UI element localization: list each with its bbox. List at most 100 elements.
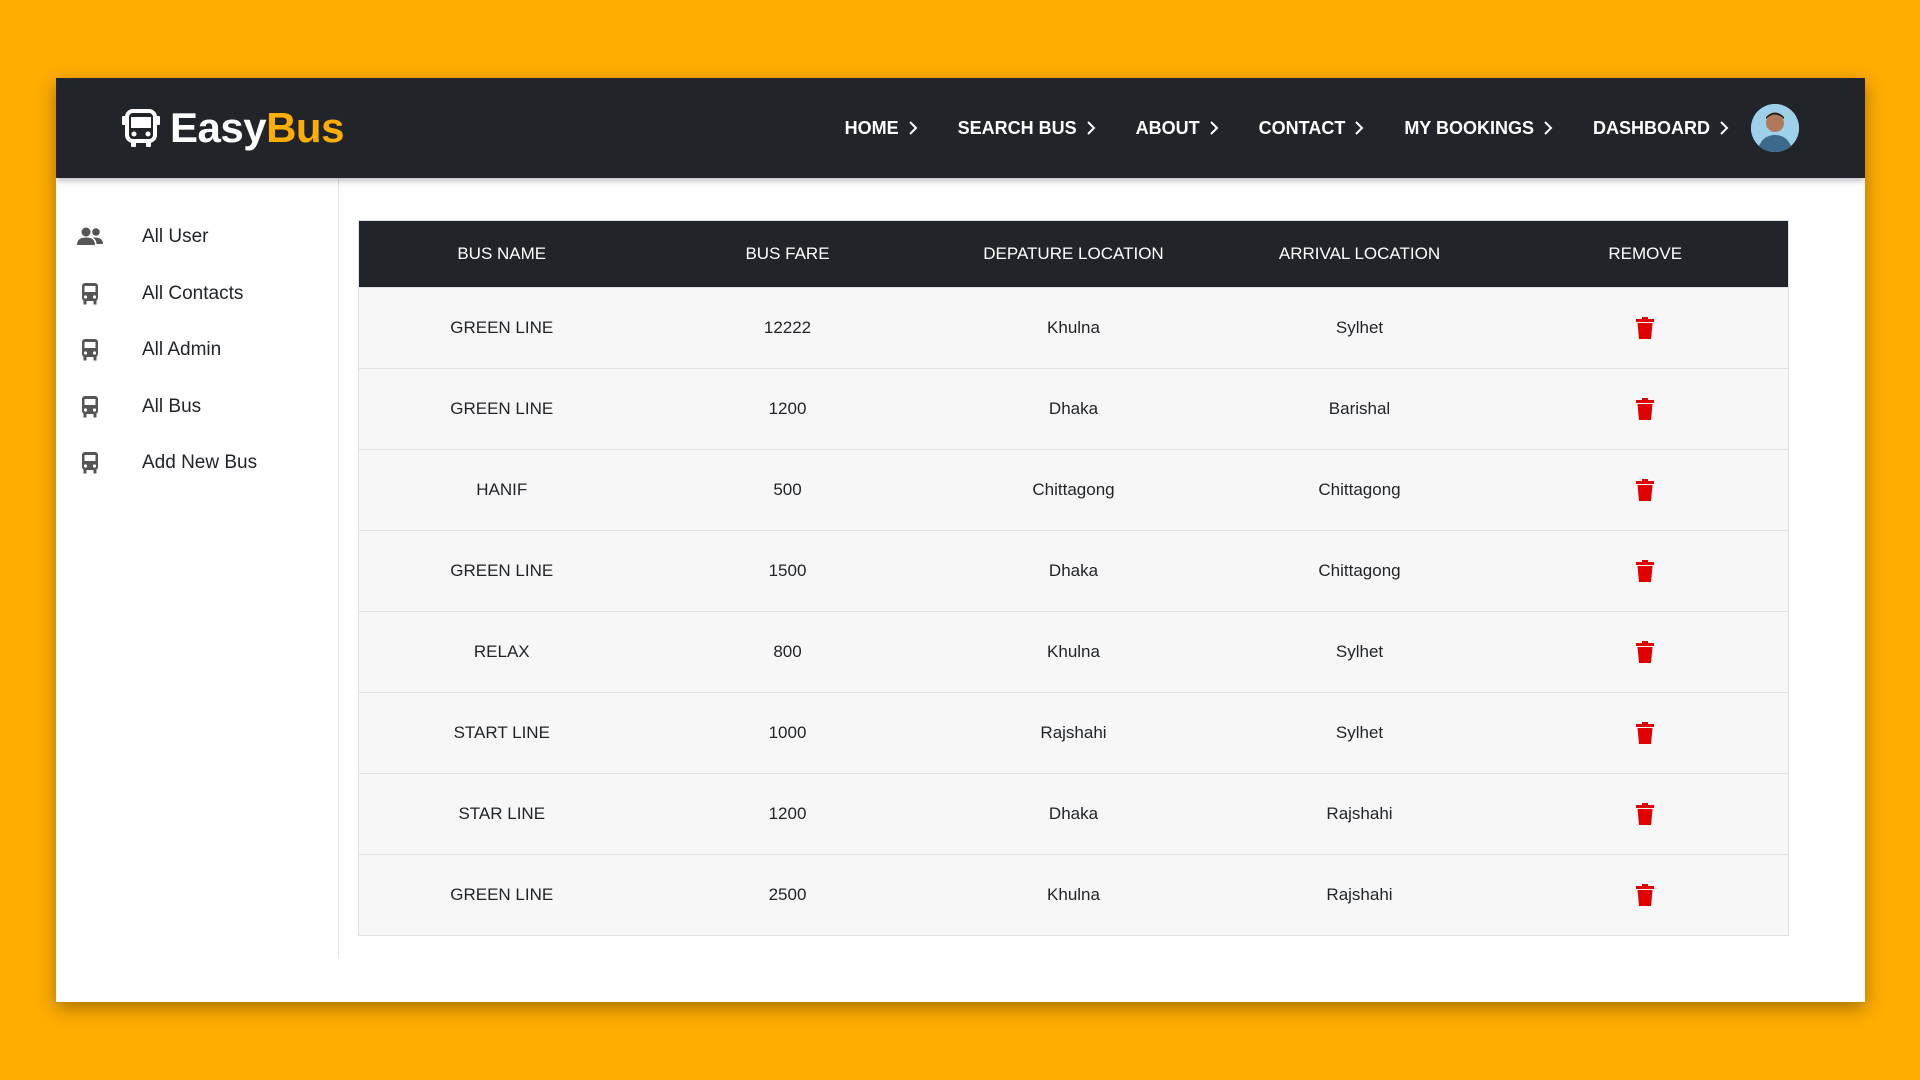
- chevron-right-icon: [1544, 121, 1553, 135]
- nav-search-bus-label: SEARCH BUS: [957, 117, 1077, 138]
- bus-fare-cell: 500: [644, 449, 931, 531]
- table-row: START LINE 1000 Rajshahi Sylhet: [358, 692, 1789, 774]
- sidebar-item-all-user[interactable]: All User: [56, 209, 338, 266]
- header-departure-location: DEPATURE LOCATION: [983, 244, 1164, 263]
- bus-name-cell: GREEN LINE: [358, 530, 645, 612]
- sidebar-item-all-admin[interactable]: All Admin: [56, 322, 338, 379]
- top-navbar: EasyBus HOME SEARCH BUS ABOUT CONTACT MY…: [56, 78, 1865, 178]
- remove-cell: [1502, 449, 1789, 531]
- bus-fare-cell: 1000: [644, 692, 931, 774]
- trash-icon[interactable]: [1636, 560, 1655, 582]
- trash-icon[interactable]: [1636, 884, 1655, 906]
- header-remove: REMOVE: [1608, 244, 1683, 263]
- departure-location-cell: Dhaka: [930, 368, 1217, 450]
- chevron-right-icon: [1720, 121, 1729, 135]
- bus-table: BUS NAME BUS FARE DEPATURE LOCATION ARRI…: [358, 220, 1789, 936]
- chevron-right-icon: [1086, 121, 1096, 135]
- bus-name-cell: GREEN LINE: [358, 287, 645, 369]
- bus-icon: [82, 395, 98, 418]
- departure-location-cell: Khulna: [930, 287, 1217, 369]
- nav-contact[interactable]: CONTACT: [1259, 118, 1365, 139]
- remove-cell: [1502, 773, 1789, 855]
- nav-dashboard[interactable]: DASHBOARD: [1593, 118, 1729, 139]
- avatar-image: [1751, 104, 1799, 152]
- bus-name-cell: HANIF: [358, 449, 645, 531]
- arrival-location-cell: Sylhet: [1216, 287, 1503, 369]
- nav-my-bookings-label: MY BOOKINGS: [1404, 117, 1534, 138]
- arrival-location-cell: Barishal: [1216, 368, 1503, 450]
- brand-name-part2: Bus: [266, 104, 344, 151]
- sidebar-item-label: Add New Bus: [142, 452, 258, 474]
- table-row: GREEN LINE 12222 Khulna Sylhet: [358, 287, 1789, 369]
- nav-dashboard-label: DASHBOARD: [1593, 117, 1710, 138]
- trash-icon[interactable]: [1636, 803, 1655, 825]
- header-arrival-location: ARRIVAL LOCATION: [1278, 244, 1441, 263]
- chevron-right-icon: [1209, 121, 1219, 135]
- app-window: EasyBus HOME SEARCH BUS ABOUT CONTACT MY…: [56, 78, 1865, 1002]
- departure-location-cell: Chittagong: [930, 449, 1217, 531]
- bus-fare-cell: 800: [644, 611, 931, 693]
- bus-icon: [82, 339, 98, 361]
- nav-contact-label: CONTACT: [1258, 117, 1346, 138]
- bus-fare-cell: 1200: [644, 368, 931, 450]
- departure-location-cell: Dhaka: [930, 773, 1217, 855]
- remove-cell: [1502, 368, 1789, 450]
- bus-icon: [82, 452, 98, 474]
- sidebar-item-label: All User: [142, 226, 209, 248]
- nav-search-bus[interactable]: SEARCH BUS: [958, 118, 1096, 139]
- nav-my-bookings[interactable]: MY BOOKINGS: [1404, 118, 1553, 139]
- trash-icon[interactable]: [1636, 722, 1655, 744]
- bus-icon: [82, 282, 98, 305]
- header-bus-name: BUS NAME: [457, 244, 547, 263]
- remove-cell: [1502, 530, 1789, 612]
- nav-about-label: ABOUT: [1135, 117, 1200, 138]
- arrival-location-cell: Rajshahi: [1216, 773, 1503, 855]
- chevron-right-icon: [1355, 121, 1364, 135]
- table-row: RELAX 800 Khulna Sylhet: [358, 611, 1789, 693]
- table-row: GREEN LINE 1200 Dhaka Barishal: [358, 368, 1789, 450]
- sidebar-item-label: All Admin: [142, 339, 222, 361]
- remove-cell: [1502, 854, 1789, 936]
- sidebar-item-label: All Bus: [142, 395, 202, 417]
- table-row: STAR LINE 1200 Dhaka Rajshahi: [358, 773, 1789, 855]
- sidebar-item-add-new-bus[interactable]: Add New Bus: [56, 435, 338, 492]
- arrival-location-cell: Sylhet: [1216, 692, 1503, 774]
- sidebar: All User All Contacts All Admin All Bus …: [56, 178, 339, 959]
- departure-location-cell: Dhaka: [930, 530, 1217, 612]
- sidebar-item-label: All Contacts: [142, 282, 244, 304]
- bus-fare-cell: 2500: [644, 854, 931, 936]
- bus-name-cell: GREEN LINE: [358, 854, 645, 936]
- table-body: GREEN LINE 12222 Khulna Sylhet GREEN LINE 120…: [358, 287, 1789, 936]
- main-nav: HOME SEARCH BUS ABOUT CONTACT MY BOOKING…: [845, 104, 1799, 152]
- trash-icon[interactable]: [1636, 479, 1655, 501]
- arrival-location-cell: Rajshahi: [1216, 854, 1503, 936]
- brand-name-part1: Easy: [170, 104, 267, 151]
- trash-icon[interactable]: [1636, 398, 1655, 420]
- table-row: HANIF 500 Chittagong Chittagong: [358, 449, 1789, 531]
- table-row: GREEN LINE 1500 Dhaka Chittagong: [358, 530, 1789, 612]
- remove-cell: [1502, 287, 1789, 369]
- users-icon: [77, 227, 103, 246]
- brand-logo[interactable]: EasyBus: [122, 104, 344, 152]
- departure-location-cell: Rajshahi: [930, 692, 1217, 774]
- trash-icon[interactable]: [1636, 317, 1655, 339]
- bus-icon: [122, 109, 160, 147]
- arrival-location-cell: Chittagong: [1216, 449, 1503, 531]
- nav-about[interactable]: ABOUT: [1136, 118, 1219, 139]
- bus-fare-cell: 12222: [644, 287, 931, 369]
- sidebar-item-all-bus[interactable]: All Bus: [56, 379, 338, 436]
- bus-name-cell: RELAX: [358, 611, 645, 693]
- bus-fare-cell: 1500: [644, 530, 931, 612]
- header-bus-fare: BUS FARE: [745, 244, 830, 263]
- arrival-location-cell: Chittagong: [1216, 530, 1503, 612]
- trash-icon[interactable]: [1636, 641, 1655, 663]
- user-avatar[interactable]: [1751, 104, 1799, 152]
- bus-fare-cell: 1200: [644, 773, 931, 855]
- sidebar-item-all-contacts[interactable]: All Contacts: [56, 266, 338, 323]
- bus-name-cell: STAR LINE: [358, 773, 645, 855]
- main-content: BUS NAME BUS FARE DEPATURE LOCATION ARRI…: [358, 220, 1789, 936]
- nav-home-label: HOME: [844, 117, 899, 138]
- departure-location-cell: Khulna: [930, 854, 1217, 936]
- arrival-location-cell: Sylhet: [1216, 611, 1503, 693]
- nav-home[interactable]: HOME: [845, 118, 918, 139]
